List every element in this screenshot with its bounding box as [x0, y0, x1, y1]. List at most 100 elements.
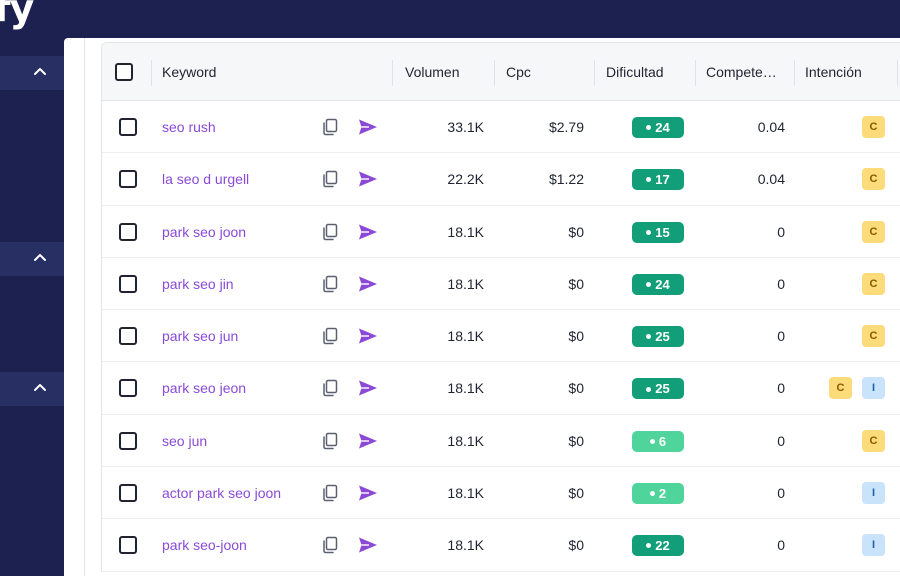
send-icon[interactable] [358, 223, 378, 241]
chevron-up-icon [34, 384, 46, 391]
send-icon[interactable] [358, 327, 378, 345]
copy-icon[interactable] [321, 379, 339, 397]
intent-badge: C [829, 377, 852, 400]
column-divider [897, 60, 898, 86]
keyword-link[interactable]: park seo jeon [162, 362, 246, 414]
row-checkbox[interactable] [119, 222, 137, 241]
table-row[interactable]: la seo d urgell 22.2K $1.22 17 0.04 C [102, 153, 900, 206]
copy-icon[interactable] [321, 275, 339, 293]
table-row[interactable]: park seo jin 18.1K $0 24 0 C [102, 257, 900, 311]
column-divider [151, 60, 152, 86]
chevron-up-icon [34, 68, 46, 75]
send-icon[interactable] [358, 536, 378, 554]
table-row[interactable]: seo jun 18.1K $0 6 0 C [102, 414, 900, 468]
cpc-value: $0 [568, 537, 584, 554]
row-checkbox[interactable] [119, 274, 137, 293]
column-divider [494, 60, 495, 86]
volume-value: 18.1K [447, 275, 484, 292]
copy-icon[interactable] [321, 327, 339, 345]
difficulty-value: 24 [655, 120, 670, 135]
difficulty-badge: 22 [632, 535, 684, 557]
copy-icon[interactable] [321, 170, 339, 188]
table-header: Keyword Volumen Cpc Dificultad Compete… … [102, 43, 900, 101]
keyword-link[interactable]: park seo jun [162, 310, 238, 362]
row-checkbox[interactable] [119, 536, 137, 555]
difficulty-value: 25 [655, 381, 670, 397]
table-row[interactable]: park seo jun 18.1K $0 25 0 C [102, 310, 900, 363]
intent-badge: C [862, 272, 885, 295]
keyword-link[interactable]: la seo d urgell [162, 153, 249, 205]
competition-value: 0 [777, 328, 785, 345]
app-logo[interactable]: fy [0, 0, 34, 30]
intent-badge: C [862, 168, 885, 191]
cpc-value: $2.79 [548, 119, 584, 135]
table-row[interactable]: park seo-joon 18.1K $0 22 0 I [102, 519, 900, 572]
send-icon[interactable] [358, 170, 378, 188]
column-header-volume[interactable]: Volumen [405, 43, 459, 101]
row-checkbox[interactable] [119, 327, 137, 346]
row-checkbox[interactable] [119, 118, 137, 136]
column-header-keyword[interactable]: Keyword [162, 43, 216, 101]
send-icon[interactable] [358, 379, 378, 397]
competition-value: 0 [777, 537, 785, 554]
volume-value: 18.1K [447, 537, 484, 554]
table-row[interactable]: seo rush 33.1K $2.79 24 0.04 C [102, 101, 900, 154]
column-header-difficulty[interactable]: Dificultad [606, 43, 664, 101]
chevron-up-icon [34, 254, 46, 261]
row-checkbox[interactable] [119, 431, 137, 450]
send-icon[interactable] [358, 432, 378, 450]
keyword-link[interactable]: park seo joon [162, 206, 246, 258]
table-row[interactable]: actor park seo joon 18.1K $0 2 0 I [102, 467, 900, 520]
copy-icon[interactable] [321, 536, 339, 554]
sidebar-group-3[interactable] [0, 372, 64, 406]
sidebar-group-1[interactable] [0, 56, 64, 90]
copy-icon[interactable] [321, 432, 339, 450]
cpc-value: $1.22 [548, 171, 584, 188]
cpc-value: $0 [568, 275, 584, 292]
difficulty-value: 22 [655, 538, 670, 554]
volume-value: 18.1K [447, 328, 484, 345]
row-checkbox[interactable] [119, 379, 137, 398]
keyword-link[interactable]: park seo jin [162, 258, 234, 310]
cpc-value: $0 [568, 223, 584, 240]
send-icon[interactable] [358, 484, 378, 502]
row-checkbox[interactable] [119, 484, 137, 503]
keyword-link[interactable]: seo jun [162, 415, 207, 467]
competition-value: 0.04 [757, 171, 785, 188]
keyword-link[interactable]: park seo-joon [162, 519, 247, 571]
row-checkbox[interactable] [119, 170, 137, 189]
competition-value: 0 [777, 485, 785, 502]
competition-value: 0.04 [757, 119, 785, 135]
column-divider [392, 60, 393, 86]
copy-icon[interactable] [321, 223, 339, 241]
difficulty-value: 25 [655, 329, 670, 345]
table-row[interactable]: park seo joon 18.1K $0 15 0 C [102, 205, 900, 258]
difficulty-badge: 25 [632, 326, 684, 348]
intent-badge: I [862, 534, 885, 557]
intent-badge: C [862, 220, 885, 243]
column-divider [594, 60, 595, 86]
difficulty-badge: 15 [632, 221, 684, 243]
send-icon[interactable] [358, 275, 378, 293]
keyword-link[interactable]: actor park seo joon [162, 467, 281, 519]
panel-divider [84, 38, 85, 576]
difficulty-value: 15 [655, 224, 670, 240]
table-row[interactable]: park seo jeon 18.1K $0 25 0 C I [102, 362, 900, 415]
column-divider [794, 60, 795, 86]
difficulty-badge: 6 [632, 430, 684, 452]
volume-value: 18.1K [447, 223, 484, 240]
column-header-competition[interactable]: Compete… [706, 43, 777, 101]
column-header-intent[interactable]: Intención [805, 43, 862, 101]
keyword-link[interactable]: seo rush [162, 101, 216, 153]
volume-value: 33.1K [447, 119, 484, 135]
send-icon[interactable] [358, 118, 378, 136]
difficulty-value: 2 [658, 486, 667, 502]
copy-icon[interactable] [321, 484, 339, 502]
difficulty-badge: 2 [632, 483, 684, 505]
select-all-checkbox[interactable] [115, 63, 133, 81]
copy-icon[interactable] [321, 118, 339, 136]
competition-value: 0 [777, 432, 785, 449]
sidebar-group-2[interactable] [0, 242, 64, 276]
column-header-cpc[interactable]: Cpc [506, 43, 531, 101]
intent-badge: C [862, 116, 885, 138]
